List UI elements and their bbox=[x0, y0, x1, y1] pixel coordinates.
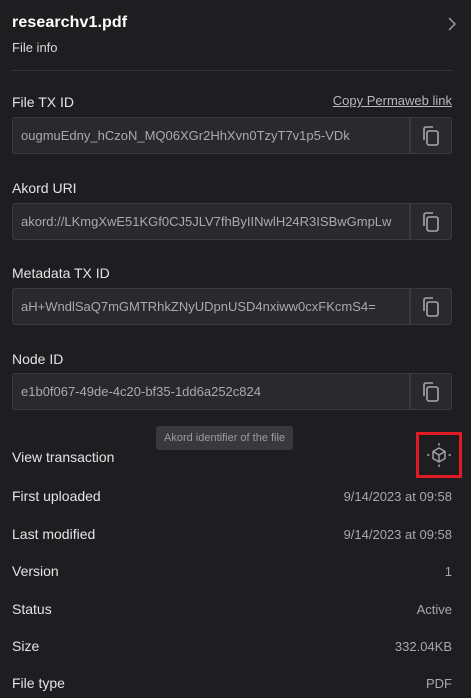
akord-uri-input[interactable]: akord://LKmgXwE51KGf0CJ5JLV7fhByIINwlH24… bbox=[12, 203, 410, 240]
view-transaction-button[interactable] bbox=[416, 432, 462, 478]
first-uploaded-value: 9/14/2023 at 09:58 bbox=[343, 489, 452, 504]
panel-header: researchv1.pdf File info bbox=[12, 14, 460, 55]
status-label: Status bbox=[12, 601, 52, 617]
last-modified-value: 9/14/2023 at 09:58 bbox=[343, 527, 452, 542]
file-tx-id-field: ougmuEdny_hCzoN_MQ06XGr2HhXvn0TzyT7v1p5-… bbox=[12, 117, 452, 156]
view-transaction-row: View transaction bbox=[12, 449, 452, 469]
file-tx-id-label: File TX ID bbox=[12, 94, 74, 110]
file-name-title: researchv1.pdf bbox=[12, 14, 128, 31]
node-id-label: Node ID bbox=[12, 351, 64, 367]
copy-icon bbox=[423, 381, 439, 402]
copy-metadata-tx-id-button[interactable] bbox=[410, 288, 452, 325]
file-type-row: File type PDF bbox=[12, 675, 452, 695]
status-row: Status Active bbox=[12, 601, 452, 621]
copy-akord-uri-button[interactable] bbox=[410, 203, 452, 240]
size-row: Size 332.04KB bbox=[12, 638, 452, 658]
copy-file-tx-id-button[interactable] bbox=[410, 117, 452, 154]
file-type-value: PDF bbox=[426, 676, 452, 691]
version-value: 1 bbox=[444, 564, 452, 579]
akord-uri-label: Akord URI bbox=[12, 180, 77, 196]
size-value: 332.04KB bbox=[394, 639, 452, 654]
metadata-tx-id-field: aH+WndlSaQ7mGMTRhkZNyUDpnUSD4nxiww0cxFKc… bbox=[12, 288, 452, 327]
copy-icon bbox=[423, 211, 439, 232]
copy-permaweb-link[interactable]: Copy Permaweb link bbox=[333, 93, 452, 108]
copy-node-id-button[interactable] bbox=[410, 373, 452, 410]
node-id-input[interactable]: e1b0f067-49de-4c20-bf35-1dd6a252c824 bbox=[12, 373, 410, 410]
file-info-subtitle: File info bbox=[12, 40, 58, 55]
metadata-tx-id-input[interactable]: aH+WndlSaQ7mGMTRhkZNyUDpnUSD4nxiww0cxFKc… bbox=[12, 288, 410, 325]
node-id-field: e1b0f067-49de-4c20-bf35-1dd6a252c824 bbox=[12, 373, 452, 412]
version-row: Version 1 bbox=[12, 563, 452, 583]
copy-icon bbox=[423, 296, 439, 317]
metadata-tx-id-label: Metadata TX ID bbox=[12, 265, 110, 281]
size-label: Size bbox=[12, 638, 40, 654]
first-uploaded-label: First uploaded bbox=[12, 488, 101, 504]
status-value: Active bbox=[416, 602, 452, 617]
file-tx-id-input[interactable]: ougmuEdny_hCzoN_MQ06XGr2HhXvn0TzyT7v1p5-… bbox=[12, 117, 410, 154]
copy-icon bbox=[423, 125, 439, 146]
version-label: Version bbox=[12, 563, 59, 579]
header-divider bbox=[12, 70, 452, 71]
file-info-panel: researchv1.pdf File info File TX ID Copy… bbox=[0, 0, 471, 698]
akord-uri-field: akord://LKmgXwE51KGf0CJ5JLV7fhByIINwlH24… bbox=[12, 203, 452, 242]
tooltip: Akord identifier of the file bbox=[156, 426, 294, 450]
file-type-label: File type bbox=[12, 675, 65, 691]
last-modified-row: Last modified 9/14/2023 at 09:58 bbox=[12, 526, 452, 546]
view-transaction-label: View transaction bbox=[12, 449, 115, 465]
first-uploaded-row: First uploaded 9/14/2023 at 09:58 bbox=[12, 488, 452, 508]
cube-icon bbox=[427, 443, 451, 467]
chevron-right-icon[interactable] bbox=[446, 16, 458, 32]
last-modified-label: Last modified bbox=[12, 526, 96, 542]
